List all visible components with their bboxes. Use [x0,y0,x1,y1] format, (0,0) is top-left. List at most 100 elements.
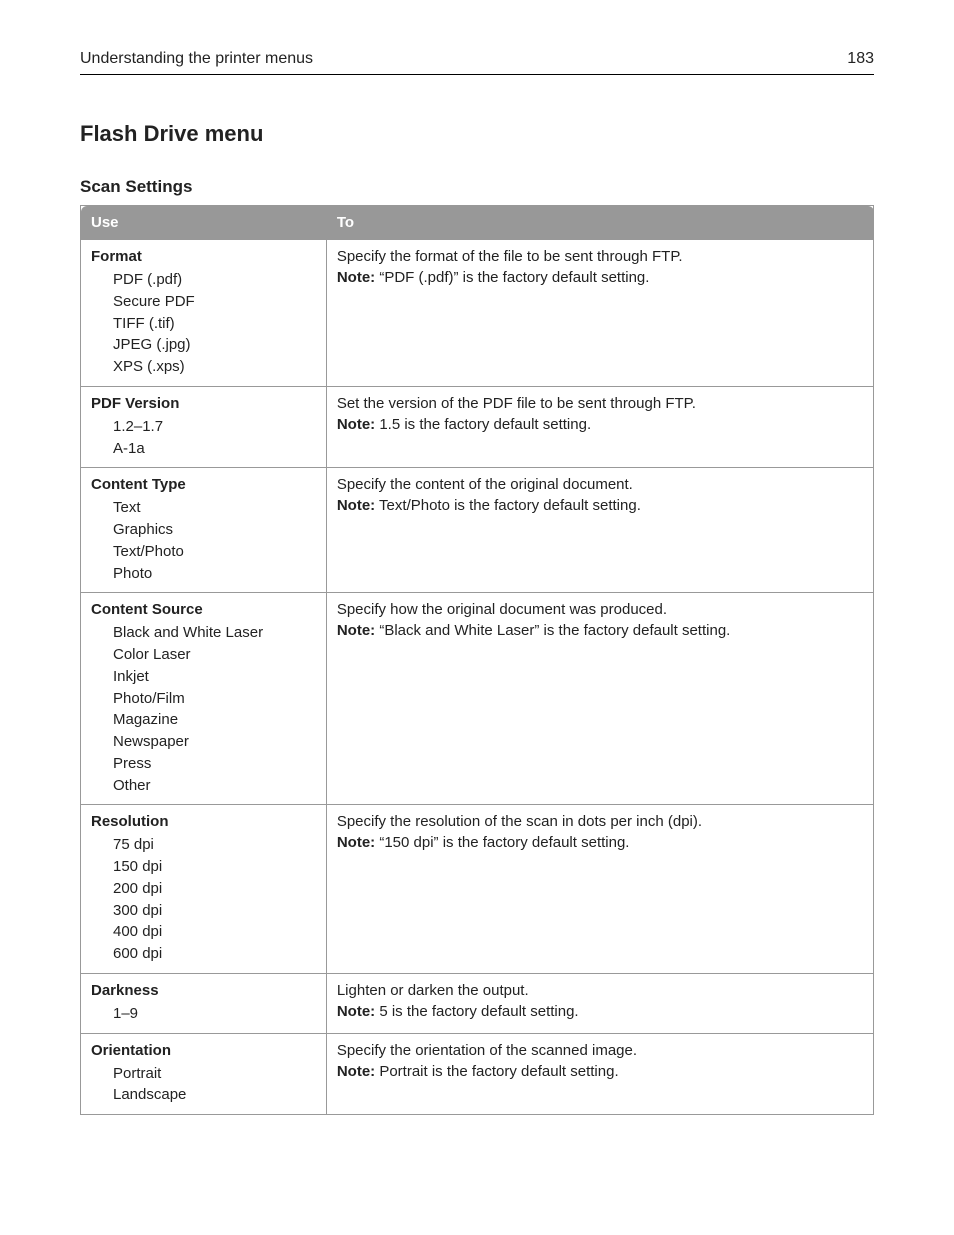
to-cell: Specify the orientation of the scanned i… [326,1033,873,1115]
option-name: Darkness [91,982,316,999]
table-row: PDF Version 1.2–1.7A‑1a Set the version of… [81,386,874,468]
table-row: Content Type TextGraphicsText/PhotoPhoto S… [81,468,874,593]
subsection-title: Scan Settings [80,177,874,197]
option-value: A‑1a [113,438,316,460]
table-row: Format PDF (.pdf)Secure PDFTIFF (.tif)JPE… [81,240,874,387]
description: Specify the format of the file to be sen… [337,248,863,265]
use-cell: Content Source Black and White LaserColor… [81,593,327,805]
note: Note: 1.5 is the factory default setting… [337,416,863,433]
description: Set the version of the PDF file to be se… [337,395,863,412]
note: Note: “150 dpi” is the factory default s… [337,834,863,851]
option-values: Black and White LaserColor LaserInkjetPh… [91,622,316,796]
option-value: Photo/Film [113,688,316,710]
option-value: TIFF (.tif) [113,313,316,335]
note-text: “Black and White Laser” is the factory d… [375,622,730,639]
option-name: PDF Version [91,395,316,412]
option-value: Newspaper [113,731,316,753]
option-name: Content Type [91,476,316,493]
option-value: 75 dpi [113,834,316,856]
table-header-to: To [326,206,873,240]
option-value: 1–9 [113,1003,316,1025]
note: Note: Text/Photo is the factory default … [337,497,863,514]
option-values: PDF (.pdf)Secure PDFTIFF (.tif)JPEG (.jp… [91,269,316,378]
option-value: XPS (.xps) [113,356,316,378]
note-text: “150 dpi” is the factory default setting… [375,834,629,851]
option-value: Other [113,775,316,797]
table-row: Resolution 75 dpi150 dpi200 dpi300 dpi400… [81,805,874,974]
option-value: Color Laser [113,644,316,666]
description: Specify the resolution of the scan in do… [337,813,863,830]
page-header: Understanding the printer menus 183 [80,50,874,75]
option-value: Landscape [113,1084,316,1106]
to-cell: Specify how the original document was pr… [326,593,873,805]
option-value: 150 dpi [113,856,316,878]
table-row: Orientation PortraitLandscape Specify the … [81,1033,874,1115]
option-name: Resolution [91,813,316,830]
note-label: Note: [337,1003,375,1020]
page-number: 183 [847,50,874,68]
page: Understanding the printer menus 183 Flas… [0,0,954,1175]
description: Specify the content of the original docu… [337,476,863,493]
option-value: 200 dpi [113,878,316,900]
use-cell: Content Type TextGraphicsText/PhotoPhoto [81,468,327,593]
option-value: Press [113,753,316,775]
option-values: TextGraphicsText/PhotoPhoto [91,497,316,584]
settings-table: Use To Format PDF (.pdf)Secure PDFTIFF (.… [80,205,874,1115]
option-value: 600 dpi [113,943,316,965]
table-row: Content Source Black and White LaserColor… [81,593,874,805]
note: Note: “PDF (.pdf)” is the factory defaul… [337,269,863,286]
option-values: 1.2–1.7A‑1a [91,416,316,460]
table-body: Format PDF (.pdf)Secure PDFTIFF (.tif)JPE… [81,240,874,1115]
option-value: Inkjet [113,666,316,688]
note: Note: 5 is the factory default setting. [337,1003,863,1020]
option-value: Secure PDF [113,291,316,313]
option-value: PDF (.pdf) [113,269,316,291]
section-title: Flash Drive menu [80,121,874,147]
option-values: 1–9 [91,1003,316,1025]
note-label: Note: [337,497,375,514]
option-name: Content Source [91,601,316,618]
note: Note: “Black and White Laser” is the fac… [337,622,863,639]
option-value: 300 dpi [113,900,316,922]
note-text: Portrait is the factory default setting. [375,1063,618,1080]
to-cell: Lighten or darken the output. Note: 5 is … [326,973,873,1033]
table-header-use: Use [81,206,327,240]
option-value: Photo [113,563,316,585]
option-value: 1.2–1.7 [113,416,316,438]
description: Lighten or darken the output. [337,982,863,999]
option-name: Orientation [91,1042,316,1059]
to-cell: Specify the format of the file to be sen… [326,240,873,387]
option-values: PortraitLandscape [91,1063,316,1107]
note-label: Note: [337,1063,375,1080]
note-text: 1.5 is the factory default setting. [375,416,591,433]
option-value: Black and White Laser [113,622,316,644]
note-text: Text/Photo is the factory default settin… [375,497,641,514]
note-text: 5 is the factory default setting. [375,1003,578,1020]
option-value: 400 dpi [113,921,316,943]
note-label: Note: [337,416,375,433]
option-value: Text [113,497,316,519]
option-value: Magazine [113,709,316,731]
use-cell: PDF Version 1.2–1.7A‑1a [81,386,327,468]
to-cell: Specify the resolution of the scan in do… [326,805,873,974]
header-title: Understanding the printer menus [80,50,313,68]
use-cell: Resolution 75 dpi150 dpi200 dpi300 dpi400… [81,805,327,974]
use-cell: Darkness 1–9 [81,973,327,1033]
to-cell: Set the version of the PDF file to be se… [326,386,873,468]
note-label: Note: [337,269,375,286]
note: Note: Portrait is the factory default se… [337,1063,863,1080]
note-text: “PDF (.pdf)” is the factory default sett… [375,269,649,286]
table-row: Darkness 1–9 Lighten or darken the output.… [81,973,874,1033]
option-value: Portrait [113,1063,316,1085]
option-name: Format [91,248,316,265]
option-value: Graphics [113,519,316,541]
table-header-row: Use To [81,206,874,240]
option-value: Text/Photo [113,541,316,563]
note-label: Note: [337,834,375,851]
description: Specify how the original document was pr… [337,601,863,618]
description: Specify the orientation of the scanned i… [337,1042,863,1059]
to-cell: Specify the content of the original docu… [326,468,873,593]
use-cell: Format PDF (.pdf)Secure PDFTIFF (.tif)JPE… [81,240,327,387]
option-values: 75 dpi150 dpi200 dpi300 dpi400 dpi600 dp… [91,834,316,965]
use-cell: Orientation PortraitLandscape [81,1033,327,1115]
